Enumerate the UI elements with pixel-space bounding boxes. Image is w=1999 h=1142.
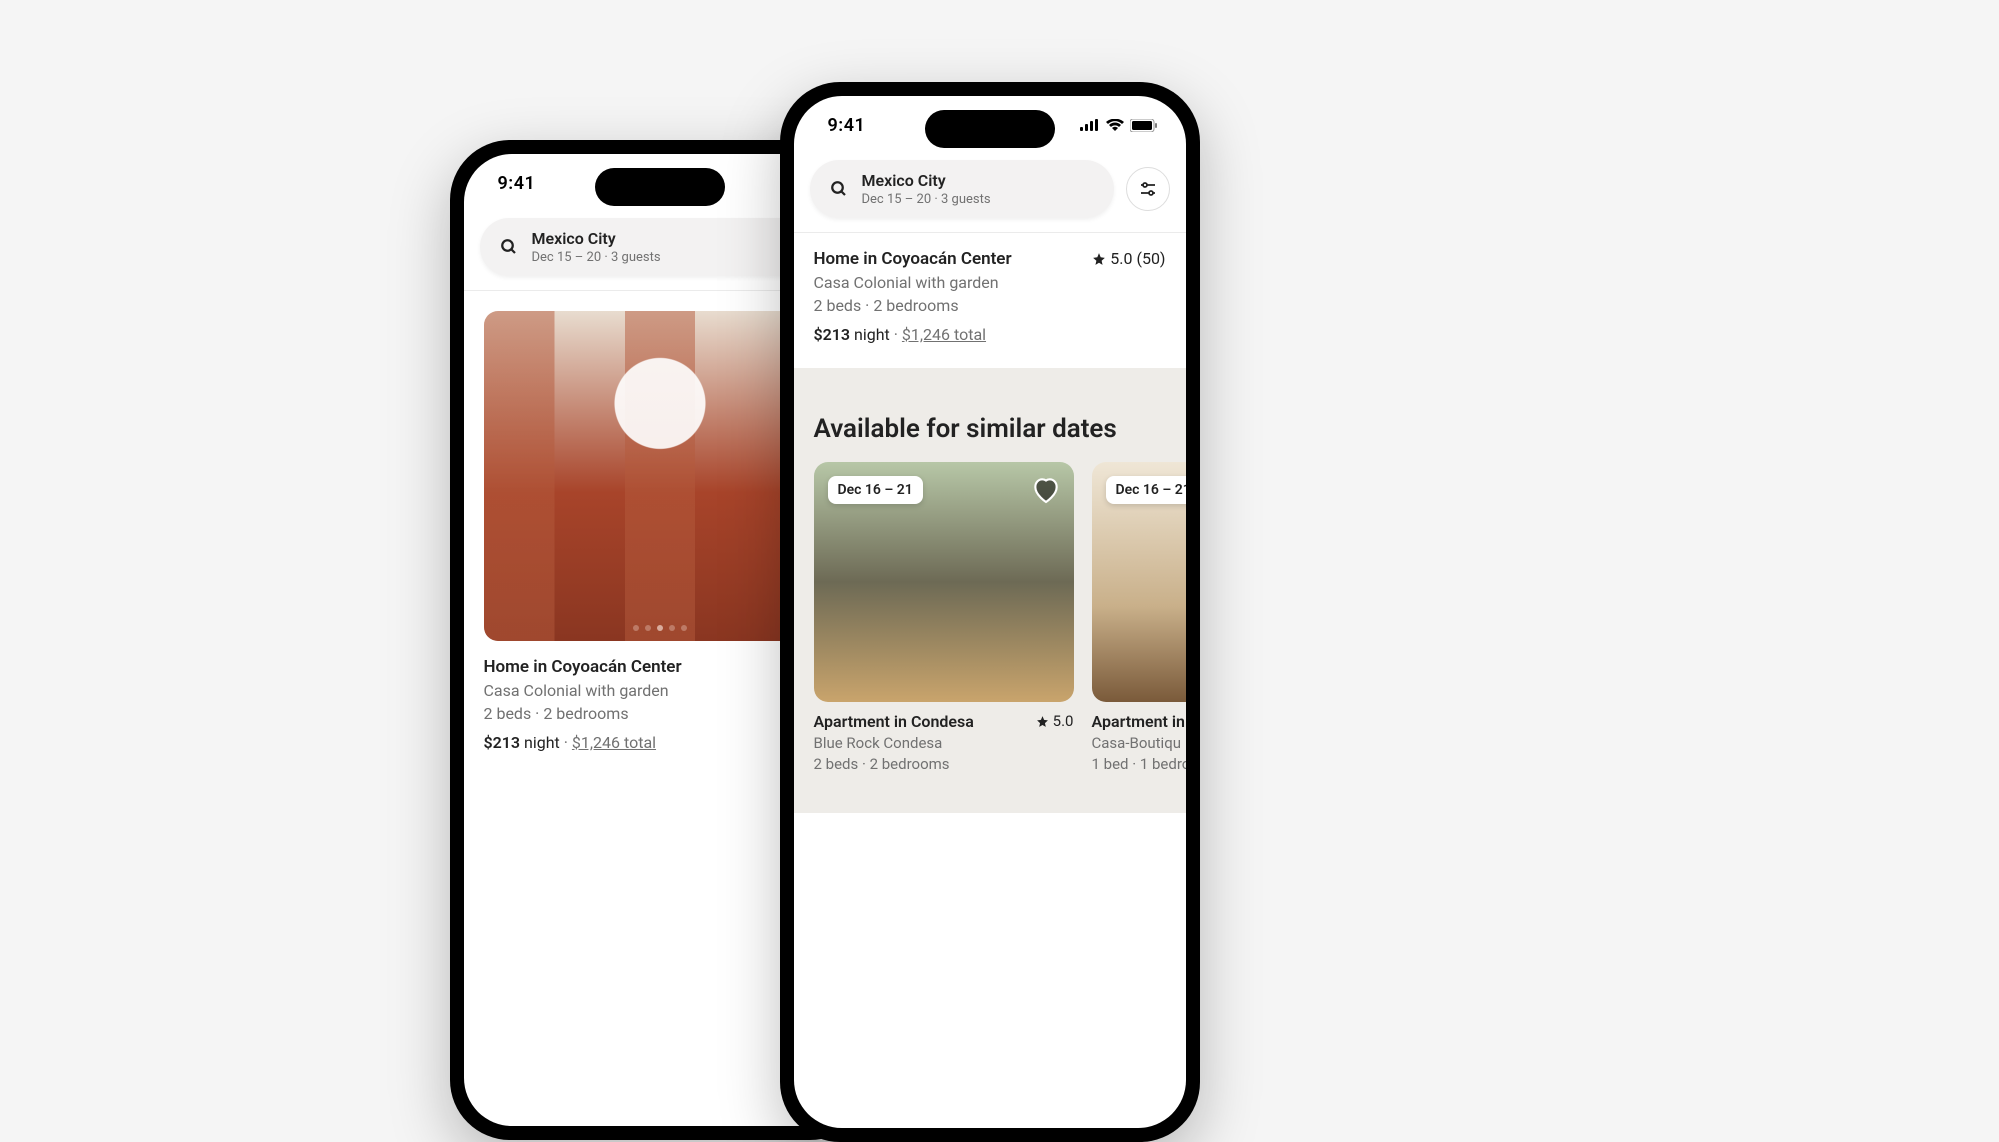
dynamic-island	[595, 168, 725, 206]
card-date-badge: Dec 16 – 21	[1106, 476, 1186, 504]
card-photo[interactable]: Dec 16 – 21	[814, 462, 1074, 702]
heart-icon[interactable]	[1030, 474, 1062, 506]
search-details: Dec 15 – 20 · 3 guests	[532, 250, 661, 265]
star-icon	[1092, 252, 1106, 266]
battery-icon	[1130, 119, 1158, 132]
listing-price: $213 night · $1,246 total	[814, 325, 1166, 344]
status-time: 9:41	[498, 173, 536, 194]
similar-scroll[interactable]: Dec 16 – 21 Apartment in Condesa Blue Ro…	[794, 462, 1186, 813]
photo-pagination-dots	[633, 625, 687, 631]
card-beds: 2 beds · 2 bedrooms	[814, 755, 1074, 773]
listing-subtitle: Casa Colonial with garden	[814, 273, 1166, 292]
listing-info[interactable]: Home in Coyoacán Center Casa Colonial wi…	[794, 233, 1186, 368]
search-icon	[830, 180, 848, 198]
phone-right: 9:41 Mexico City Dec 15 – 20 · 3 guests	[780, 82, 1200, 1142]
star-icon	[1036, 715, 1049, 728]
listing-total-link[interactable]: $1,246 total	[902, 325, 986, 344]
card-beds: 1 bed · 1 bedroo	[1092, 755, 1186, 773]
card-date-badge: Dec 16 – 21	[828, 476, 923, 504]
wifi-icon	[1106, 119, 1124, 131]
listing-total-link[interactable]: $1,246 total	[572, 733, 656, 752]
filters-button[interactable]	[1126, 167, 1170, 211]
cellular-icon	[1080, 119, 1100, 131]
status-time: 9:41	[828, 115, 866, 136]
similar-card[interactable]: Dec 16 – 21 Apartment in Casa-Boutiqu 1 …	[1092, 462, 1186, 773]
search-pill[interactable]: Mexico City Dec 15 – 20 · 3 guests	[810, 160, 1114, 218]
listing-rating: 5.0 (50)	[1092, 249, 1165, 268]
similar-section-title: Available for similar dates	[794, 386, 1186, 462]
card-subtitle: Casa-Boutiqu	[1092, 734, 1186, 752]
search-details: Dec 15 – 20 · 3 guests	[862, 192, 991, 207]
card-title: Apartment in	[1092, 712, 1186, 731]
card-title: Apartment in Condesa	[814, 712, 1074, 731]
card-subtitle: Blue Rock Condesa	[814, 734, 1074, 752]
search-location: Mexico City	[532, 229, 661, 248]
search-location: Mexico City	[862, 171, 991, 190]
card-photo[interactable]: Dec 16 – 21	[1092, 462, 1186, 702]
similar-card[interactable]: Dec 16 – 21 Apartment in Condesa Blue Ro…	[814, 462, 1074, 773]
listing-beds: 2 beds · 2 bedrooms	[814, 296, 1166, 315]
search-bar: Mexico City Dec 15 – 20 · 3 guests	[794, 154, 1186, 233]
card-rating: 5.0	[1036, 712, 1074, 730]
sliders-icon	[1139, 180, 1157, 198]
dynamic-island	[925, 110, 1055, 148]
search-icon	[500, 238, 518, 256]
